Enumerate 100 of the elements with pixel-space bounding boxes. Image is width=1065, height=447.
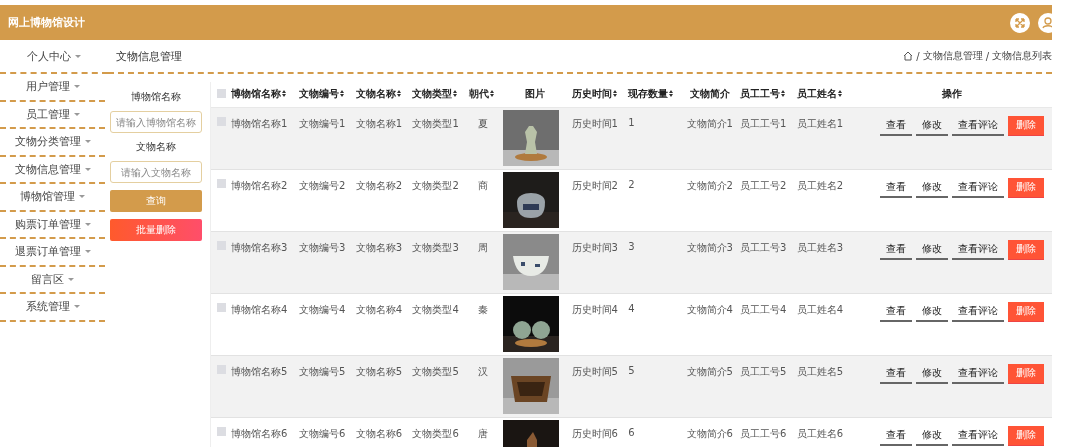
row-action-button[interactable]: 查看 [880, 302, 912, 322]
checkbox[interactable] [217, 88, 226, 98]
column-header[interactable]: 历史时间 [569, 82, 627, 107]
table-cell: 3 [626, 231, 682, 293]
sort-icon[interactable] [282, 90, 286, 98]
table-cell: 1 [626, 107, 682, 169]
sort-icon[interactable] [339, 90, 344, 98]
breadcrumb-separator: / [985, 50, 989, 62]
table-cell: 文物名称6 [353, 417, 411, 447]
table-cell: 博物馆名称2 [229, 169, 297, 231]
table-cell: 历史时间2 [569, 169, 627, 231]
column-header[interactable]: 文物简介 [681, 82, 739, 107]
row-action-button[interactable]: 查看评论 [952, 178, 1004, 198]
checkbox[interactable] [217, 178, 226, 188]
breadcrumb-link[interactable]: 文物信息管理 [922, 49, 983, 63]
row-action-button[interactable]: 修改 [916, 116, 948, 136]
table-cell: 员工姓名1 [794, 107, 852, 169]
row-action-button[interactable]: 查看 [880, 240, 912, 260]
column-header[interactable]: 现存数量 [626, 82, 682, 107]
sort-icon[interactable] [490, 90, 495, 98]
table-cell: 员工工号6 [738, 417, 795, 447]
table-cell: 汉 [467, 355, 500, 417]
sidebar-item[interactable]: 文物分类管理 [0, 129, 105, 157]
table-cell: 文物编号6 [296, 417, 354, 447]
field-label: 文物名称 [136, 140, 176, 154]
row-action-button[interactable]: 修改 [916, 178, 948, 198]
table-cell: 文物简介2 [681, 169, 739, 231]
table-cell: 6 [626, 417, 682, 447]
sidebar-item[interactable]: 员工管理 [0, 101, 105, 129]
row-action-button[interactable]: 查看 [880, 426, 912, 446]
sidebar-item[interactable]: 退票订单管理 [0, 239, 105, 267]
sidebar-item[interactable]: 博物馆管理 [0, 184, 105, 212]
row-action-button[interactable]: 修改 [916, 426, 948, 446]
column-header[interactable]: 文物类型 [410, 82, 468, 107]
table-cell: 文物类型1 [410, 107, 468, 169]
table-cell: 文物简介1 [681, 107, 739, 169]
column-header[interactable]: 文物编号 [296, 82, 354, 107]
sort-icon[interactable] [612, 90, 617, 98]
table-cell: 文物名称2 [353, 169, 411, 231]
row-action-button[interactable]: 查看 [880, 178, 912, 198]
table-cell: 秦 [467, 293, 500, 355]
column-header[interactable]: 文物名称 [353, 82, 411, 107]
table-cell: 博物馆名称4 [229, 293, 297, 355]
table-cell: 5 [626, 355, 682, 417]
page-title: 文物信息管理 [116, 48, 182, 64]
table-cell: 文物名称5 [353, 355, 411, 417]
sort-icon[interactable] [453, 90, 458, 98]
row-action-button[interactable]: 查看评论 [952, 240, 1004, 260]
table-cell: 博物馆名称1 [229, 107, 297, 169]
table-cell: 员工姓名4 [794, 293, 852, 355]
sidebar-item[interactable]: 个人中心 [0, 40, 108, 74]
table-cell: 文物类型3 [410, 231, 468, 293]
field-label: 博物馆名称 [131, 90, 181, 104]
search-field[interactable]: 请输入博物馆名称 [110, 111, 202, 133]
table-cell: 历史时间5 [569, 355, 627, 417]
sort-icon[interactable] [781, 90, 786, 98]
row-action-button[interactable]: 查看评论 [952, 302, 1004, 322]
column-header[interactable]: 图片 [499, 82, 570, 107]
column-header[interactable]: 博物馆名称 [229, 82, 297, 107]
table-cell: 2 [626, 169, 682, 231]
column-header[interactable]: 操作 [851, 82, 1052, 107]
checkbox[interactable] [217, 302, 226, 312]
table-cell: 文物名称3 [353, 231, 411, 293]
table-cell: 历史时间6 [569, 417, 627, 447]
sidebar-item[interactable]: 系统管理 [0, 294, 105, 322]
column-header[interactable]: 员工姓名 [794, 82, 852, 107]
column-header[interactable]: 员工工号 [738, 82, 795, 107]
table-cell: 商 [467, 169, 500, 231]
sidebar-item[interactable]: 文物信息管理 [0, 156, 105, 184]
row-action-button[interactable]: 查看 [880, 116, 912, 136]
row-action-button[interactable]: 查看评论 [952, 116, 1004, 136]
row-action-button[interactable]: 查看 [880, 364, 912, 384]
table-cell: 博物馆名称5 [229, 355, 297, 417]
table-cell: 唐 [467, 417, 500, 447]
row-action-button[interactable]: 修改 [916, 240, 948, 260]
table-cell: 文物编号3 [296, 231, 354, 293]
column-header[interactable]: 朝代 [467, 82, 500, 107]
sidebar-item[interactable]: 留言区 [0, 266, 105, 294]
table-cell: 4 [626, 293, 682, 355]
app-title: 网上博物馆设计 [8, 15, 85, 30]
table-cell: 文物编号2 [296, 169, 354, 231]
home-icon[interactable] [903, 51, 914, 61]
row-action-button[interactable]: 修改 [916, 364, 948, 384]
row-action-button[interactable]: 修改 [916, 302, 948, 322]
sort-icon[interactable] [669, 90, 674, 98]
checkbox[interactable] [217, 426, 226, 436]
sort-icon[interactable] [837, 90, 842, 98]
table-cell: 员工工号5 [738, 355, 795, 417]
sort-icon[interactable] [396, 90, 401, 98]
table-cell: 博物馆名称6 [229, 417, 297, 447]
sidebar-item[interactable]: 购票订单管理 [0, 211, 105, 239]
row-action-button[interactable]: 查看评论 [952, 426, 1004, 446]
table-cell: 历史时间3 [569, 231, 627, 293]
row-action-button[interactable]: 查看评论 [952, 364, 1004, 384]
table-cell: 员工姓名6 [794, 417, 852, 447]
table-cell: 员工姓名2 [794, 169, 852, 231]
table-cell: 文物类型5 [410, 355, 468, 417]
sidebar-item[interactable]: 用户管理 [0, 74, 105, 102]
breadcrumb-link[interactable]: 文物信息列表 [992, 49, 1052, 63]
search-field[interactable]: 请输入文物名称 [110, 161, 202, 183]
